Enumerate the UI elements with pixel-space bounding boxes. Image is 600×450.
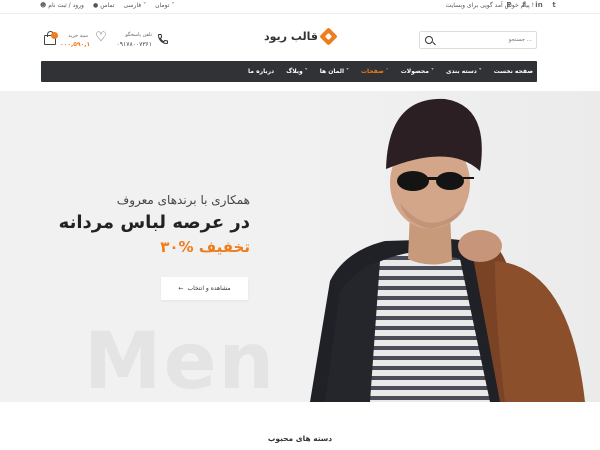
- pinterest-icon[interactable]: P: [505, 1, 513, 9]
- hero-title: در عرصه لباس مردانه: [58, 212, 250, 233]
- nav-item[interactable]: درباره ما: [248, 68, 274, 75]
- login-register-link[interactable]: ☻ ورود / ثبت نام: [40, 2, 84, 9]
- nav-item[interactable]: محصولات ˅: [401, 68, 434, 75]
- chevron-down-icon: ˅: [143, 2, 147, 9]
- wishlist-heart-icon[interactable]: ♡: [94, 31, 108, 45]
- hero-subtitle: همکاری با برندهای معروف: [116, 193, 250, 207]
- nav-item[interactable]: المان ها ˅: [320, 68, 349, 75]
- chevron-down-icon: ˅: [171, 2, 175, 9]
- user-icon: ☻: [40, 2, 47, 9]
- popular-categories-title: دسته های محبوب: [267, 434, 333, 443]
- chevron-down-icon: ˅: [346, 68, 350, 75]
- hero-text: همکاری با برندهای معروف در عرصه لباس مرد…: [10, 193, 250, 256]
- support-label: تلفن پاسخگو: [125, 32, 152, 38]
- social-links: P f in t: [505, 1, 558, 9]
- logo-text: قالب ریود: [264, 30, 318, 43]
- nav-item[interactable]: صفحه نخست: [494, 68, 533, 75]
- currency-select[interactable]: تومان ˅: [155, 2, 174, 9]
- cart-label: سبد خرید: [68, 33, 88, 39]
- header: ۰ سبد خرید ۰۰۰,۵۹۰,۱ ♡ تلفن پاسخگو ۰۹۱۷۸…: [0, 14, 600, 60]
- chevron-down-icon: ˅: [304, 68, 308, 75]
- search-box: [419, 31, 537, 49]
- nav-items: صفحه نخست دسته بندی ˅ محصولات ˅ صفحات ˅ المان ه…: [248, 61, 533, 82]
- top-bar-links: ☻ ورود / ثبت نام ● تماس فارسی ˅ تومان ˅: [40, 2, 174, 9]
- hero-model-image: [300, 91, 600, 402]
- arrow-left-icon: ←: [178, 285, 184, 292]
- support-info: تلفن پاسخگو ۰۹۱۷۸۰۰۷۳۶۱: [116, 32, 152, 48]
- nav-item[interactable]: صفحات ˅: [361, 68, 389, 75]
- linkedin-icon[interactable]: in: [535, 1, 543, 9]
- cart-amount: ۰۰۰,۵۹۰,۱: [60, 41, 91, 48]
- logo-mark-icon: [319, 27, 338, 46]
- main-navigation: صفحه نخست دسته بندی ˅ محصولات ˅ صفحات ˅ المان ه…: [41, 61, 537, 82]
- cart-button[interactable]: ۰: [42, 31, 58, 46]
- chevron-down-icon: ˅: [385, 68, 389, 75]
- contact-link[interactable]: ● تماس: [93, 2, 115, 9]
- top-bar: ☻ ورود / ثبت نام ● تماس فارسی ˅ تومان ˅ …: [0, 0, 600, 14]
- facebook-icon[interactable]: f: [520, 1, 528, 9]
- search-input[interactable]: [440, 34, 532, 46]
- hero-ghost-text: Men: [84, 317, 277, 402]
- nav-item[interactable]: وبلاگ ˅: [286, 68, 308, 75]
- hero-discount: ۳۰% تخفیف: [160, 238, 250, 256]
- nav-item[interactable]: دسته بندی ˅: [446, 68, 482, 75]
- cart-count-badge: ۰: [51, 32, 58, 39]
- view-and-select-button[interactable]: ← مشاهده و انتخاب: [161, 277, 248, 300]
- chevron-down-icon: ˅: [478, 68, 482, 75]
- hero-banner: Men همکاری با برندهای معروف در عرصه لباس…: [0, 91, 600, 402]
- twitter-icon[interactable]: t: [550, 1, 558, 9]
- language-select[interactable]: فارسی ˅: [124, 2, 147, 9]
- cart-summary[interactable]: سبد خرید ۰۰۰,۵۹۰,۱: [60, 33, 91, 48]
- search-icon[interactable]: [425, 36, 433, 44]
- site-logo[interactable]: قالب ریود: [264, 27, 338, 46]
- phone-icon: [157, 34, 168, 45]
- support-phone: ۰۹۱۷۸۰۰۷۳۶۱: [116, 41, 152, 48]
- location-icon: ●: [92, 2, 99, 9]
- chevron-down-icon: ˅: [430, 68, 434, 75]
